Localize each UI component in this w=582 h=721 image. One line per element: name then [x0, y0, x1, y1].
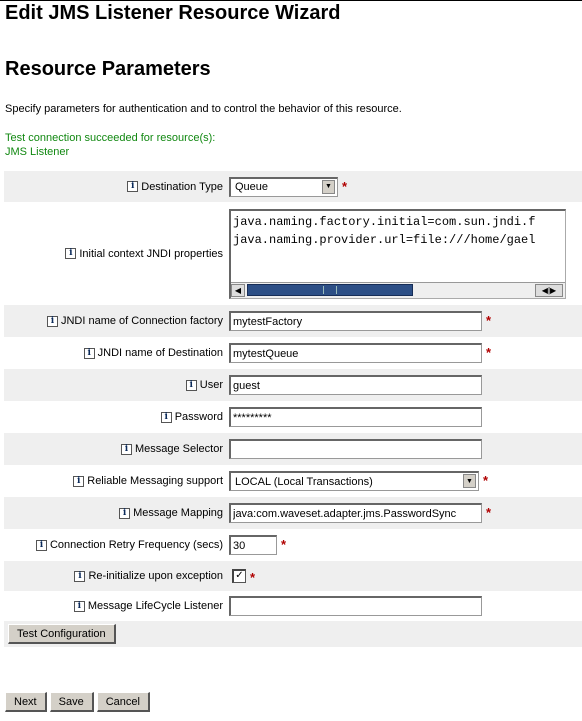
intro-text: Specify parameters for authentication an…: [5, 103, 402, 115]
required-marker: *: [250, 569, 256, 585]
row-message-selector: i Message Selector: [4, 433, 582, 465]
info-icon[interactable]: i: [120, 443, 132, 455]
row-retry-frequency: iConnection Retry Frequency (secs) *: [4, 529, 582, 561]
row-connection-factory: iJNDI name of Connection factory *: [4, 305, 582, 337]
top-border: [0, 0, 582, 1]
message-mapping-input[interactable]: [229, 503, 482, 523]
cancel-button[interactable]: Cancel: [96, 692, 150, 712]
row-jndi-properties: i Initial context JNDI properties java.na…: [4, 202, 582, 305]
section-title: Resource Parameters: [5, 58, 211, 80]
retry-frequency-label: Connection Retry Frequency (secs): [49, 539, 223, 551]
connection-factory-label: JNDI name of Connection factory: [60, 315, 223, 327]
next-button[interactable]: Next: [5, 692, 47, 712]
reliable-messaging-select[interactable]: LOCAL (Local Transactions) ▼: [229, 471, 479, 491]
scrollbar-thumb[interactable]: [247, 284, 413, 296]
destination-type-value: Queue: [235, 181, 269, 193]
required-marker: *: [486, 505, 492, 520]
info-icon[interactable]: i: [74, 570, 86, 582]
destination-type-select[interactable]: Queue ▼: [229, 176, 338, 197]
wizard-buttons: Next Save Cancel: [5, 692, 150, 712]
row-destination-type: i Destination Type Queue ▼ *: [4, 171, 582, 202]
info-icon[interactable]: i: [127, 181, 139, 192]
wizard-title: Edit JMS Listener Resource Wizard: [5, 2, 341, 24]
horizontal-scrollbar[interactable]: ◀ ◀|▶: [231, 281, 565, 298]
status-line-1: Test connection succeeded for resource(s…: [5, 132, 216, 144]
message-selector-label: Message Selector: [134, 443, 223, 455]
info-icon[interactable]: i: [46, 315, 58, 327]
row-user: i User: [4, 369, 582, 401]
required-marker: *: [483, 473, 489, 488]
message-mapping-label: Message Mapping: [133, 507, 223, 519]
reinitialize-label: Re-initialize upon exception: [88, 570, 223, 582]
retry-frequency-input[interactable]: [229, 535, 277, 555]
chevron-down-icon[interactable]: ▼: [463, 474, 476, 488]
jndi-line: java.naming.factory.initial=com.sun.jndi…: [233, 214, 536, 229]
info-icon[interactable]: i: [35, 539, 47, 551]
info-icon[interactable]: i: [119, 507, 131, 519]
lifecycle-listener-label: Message LifeCycle Listener: [87, 600, 223, 612]
password-label: Password: [174, 411, 223, 423]
destination-type-label: Destination Type: [141, 180, 223, 193]
info-icon[interactable]: i: [65, 248, 77, 259]
password-input[interactable]: [229, 407, 482, 427]
required-marker: *: [486, 345, 492, 360]
test-configuration-button[interactable]: Test Configuration: [8, 624, 116, 644]
lifecycle-listener-input[interactable]: [229, 596, 482, 616]
row-message-mapping: iMessage Mapping *: [4, 497, 582, 529]
resource-parameters-form: i Destination Type Queue ▼ * i Initial con…: [4, 171, 582, 647]
status-line-2: JMS Listener: [5, 146, 70, 158]
reliable-messaging-label: Reliable Messaging support: [87, 475, 223, 487]
info-icon[interactable]: i: [160, 411, 172, 423]
status-message: Test connection succeeded for resource(s…: [5, 131, 215, 159]
row-reinitialize: i Re-initialize upon exception ✓ *: [4, 561, 582, 591]
scroll-left-icon[interactable]: ◀: [231, 283, 245, 297]
reliable-messaging-value: LOCAL (Local Transactions): [235, 475, 373, 488]
required-marker: *: [281, 537, 287, 552]
chevron-down-icon[interactable]: ▼: [322, 179, 335, 194]
info-icon[interactable]: i: [185, 379, 197, 391]
row-password: i Password: [4, 401, 582, 433]
message-selector-input[interactable]: [229, 439, 482, 459]
row-reliable-messaging: i Reliable Messaging support LOCAL (Local…: [4, 465, 582, 497]
row-destination: iJNDI name of Destination *: [4, 337, 582, 369]
user-label: User: [199, 379, 223, 391]
required-marker: *: [486, 313, 492, 328]
connection-factory-input[interactable]: [229, 311, 482, 331]
scroll-right-icon[interactable]: ◀|▶: [535, 283, 563, 297]
info-icon[interactable]: i: [73, 475, 85, 487]
row-lifecycle-listener: i Message LifeCycle Listener: [4, 591, 582, 621]
user-input[interactable]: [229, 375, 482, 395]
info-icon[interactable]: i: [73, 600, 85, 612]
destination-label: JNDI name of Destination: [97, 347, 223, 359]
jndi-line: java.naming.provider.url=file:///home/ga…: [233, 232, 536, 247]
jndi-properties-textarea[interactable]: java.naming.factory.initial=com.sun.jndi…: [229, 208, 566, 299]
destination-input[interactable]: [229, 343, 482, 363]
required-marker: *: [342, 178, 348, 194]
save-button[interactable]: Save: [49, 692, 94, 712]
reinitialize-checkbox[interactable]: ✓: [232, 569, 246, 583]
jndi-properties-label: Initial context JNDI properties: [79, 247, 223, 260]
row-test-configuration: Test Configuration: [4, 621, 582, 647]
info-icon[interactable]: i: [83, 347, 95, 359]
